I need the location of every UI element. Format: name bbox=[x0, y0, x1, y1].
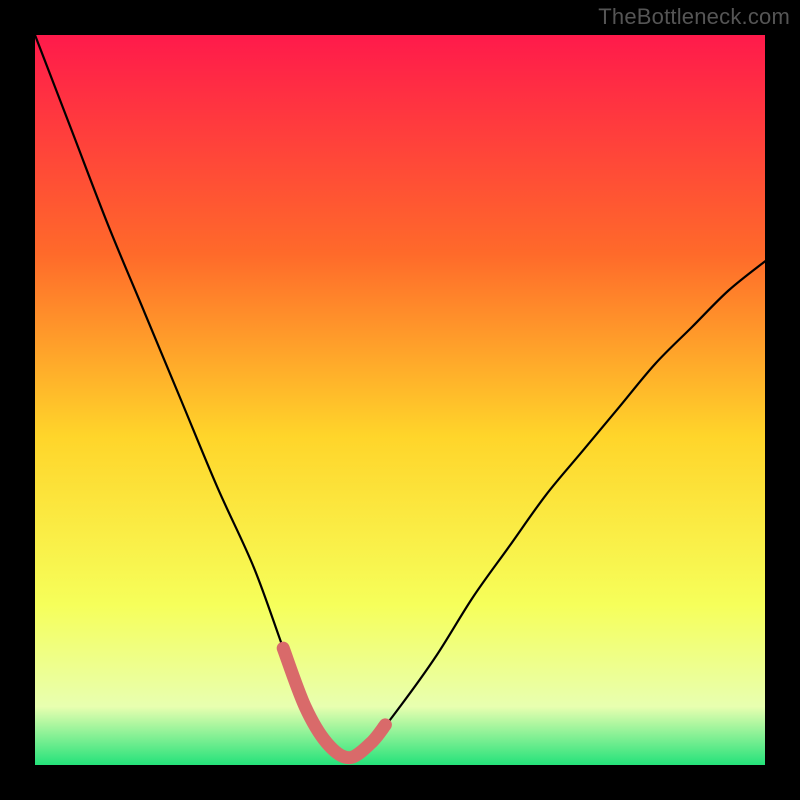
gradient-background bbox=[35, 35, 765, 765]
bottleneck-chart-svg bbox=[35, 35, 765, 765]
attribution-text: TheBottleneck.com bbox=[598, 4, 790, 30]
chart-frame: TheBottleneck.com bbox=[0, 0, 800, 800]
plot-area bbox=[35, 35, 765, 765]
